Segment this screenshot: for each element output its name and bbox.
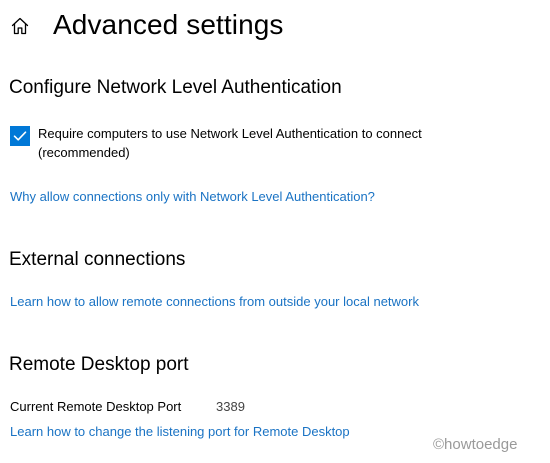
change-port-link[interactable]: Learn how to change the listening port f… bbox=[10, 423, 350, 441]
home-icon bbox=[10, 16, 30, 36]
nla-checkbox[interactable] bbox=[10, 126, 30, 146]
checkmark-icon bbox=[13, 129, 27, 143]
external-connections-heading: External connections bbox=[9, 249, 186, 270]
page-header: Advanced settings bbox=[0, 0, 550, 52]
watermark: ©howtoedge bbox=[433, 436, 518, 453]
home-button[interactable] bbox=[6, 12, 34, 40]
nla-checkbox-row[interactable]: Require computers to use Network Level A… bbox=[10, 124, 530, 162]
external-connections-link[interactable]: Learn how to allow remote connections fr… bbox=[10, 293, 419, 311]
remote-desktop-port-heading: Remote Desktop port bbox=[9, 354, 189, 375]
nla-section-heading: Configure Network Level Authentication bbox=[9, 77, 342, 98]
nla-info-link[interactable]: Why allow connections only with Network … bbox=[10, 188, 375, 206]
port-value: 3389 bbox=[216, 399, 245, 414]
port-label: Current Remote Desktop Port bbox=[10, 399, 182, 414]
page-title: Advanced settings bbox=[53, 9, 284, 40]
nla-checkbox-label: Require computers to use Network Level A… bbox=[38, 126, 422, 160]
